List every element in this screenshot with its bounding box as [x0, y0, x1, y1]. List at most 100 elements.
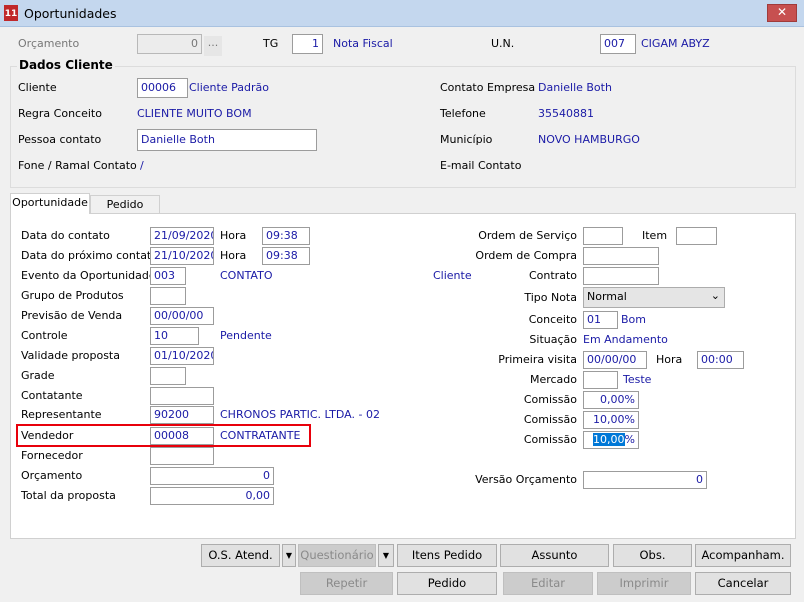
validade-input[interactable]: 01/10/2020 — [150, 347, 214, 365]
fornecedor-label: Fornecedor — [21, 449, 83, 462]
assunto-button[interactable]: Assunto — [500, 544, 609, 567]
contrato-label: Contrato — [528, 269, 577, 282]
conceito-input[interactable]: 01 — [583, 311, 618, 329]
acompanham-button[interactable]: Acompanham. — [695, 544, 791, 567]
pessoa-contato-label: Pessoa contato — [18, 133, 102, 146]
evento-label: Evento da Oportunidade — [21, 269, 156, 282]
os-atend-button[interactable]: O.S. Atend. — [201, 544, 280, 567]
vendedor-description: CONTRATANTE — [220, 429, 301, 442]
ordem-servico-input[interactable] — [583, 227, 623, 245]
cliente-input[interactable]: 00006 — [137, 78, 188, 98]
mercado-description: Teste — [623, 373, 652, 386]
controle-description: Pendente — [220, 329, 272, 342]
vendedor-input[interactable]: 00008 — [150, 427, 214, 445]
evento-input[interactable]: 003 — [150, 267, 186, 285]
cliente-description: Cliente Padrão — [189, 81, 269, 94]
conceito-label: Conceito — [528, 313, 577, 326]
repetir-button: Repetir — [300, 572, 393, 595]
comissao-3-input[interactable]: 10,00% — [583, 431, 639, 449]
total-label: Total da proposta — [21, 489, 116, 502]
hora-visita-input[interactable]: 00:00 — [697, 351, 744, 369]
contatante-input[interactable] — [150, 387, 214, 405]
orcamento-left-input[interactable]: 0 — [150, 467, 274, 485]
comissao-1-input[interactable]: 0,00% — [583, 391, 639, 409]
comissao-2-label: Comissão — [523, 413, 577, 426]
data-prox-input[interactable]: 21/10/2020 — [150, 247, 214, 265]
tipo-nota-label: Tipo Nota — [524, 291, 577, 304]
comissao-1-label: Comissão — [523, 393, 577, 406]
telefone-value: 35540881 — [538, 107, 594, 120]
hora-visita-label: Hora — [656, 353, 683, 366]
grupo-label: Grupo de Produtos — [21, 289, 124, 302]
versao-orcamento-label: Versão Orçamento — [475, 473, 577, 486]
telefone-label: Telefone — [440, 107, 486, 120]
un-input[interactable]: 007 — [600, 34, 636, 54]
conceito-description: Bom — [621, 313, 646, 326]
primeira-visita-input[interactable]: 00/00/00 — [583, 351, 647, 369]
un-label: U.N. — [491, 37, 515, 50]
primeira-visita-label: Primeira visita — [498, 353, 577, 366]
questionario-dropdown-icon[interactable]: ▼ — [378, 544, 394, 567]
data-contato-label: Data do contato — [21, 229, 110, 242]
contrato-input[interactable] — [583, 267, 659, 285]
os-atend-dropdown-icon[interactable]: ▼ — [282, 544, 296, 567]
obs-button[interactable]: Obs. — [613, 544, 692, 567]
total-input[interactable]: 0,00 — [150, 487, 274, 505]
previsao-input[interactable]: 00/00/00 — [150, 307, 214, 325]
vendedor-label: Vendedor — [21, 429, 74, 442]
representante-input[interactable]: 90200 — [150, 406, 214, 424]
grade-label: Grade — [21, 369, 55, 382]
tab-pedido[interactable]: Pedido — [90, 195, 160, 215]
orcamento-left-label: Orçamento — [21, 469, 83, 482]
item-input[interactable] — [676, 227, 717, 245]
itens-pedido-button[interactable]: Itens Pedido — [397, 544, 497, 567]
close-button[interactable]: ✕ — [767, 4, 797, 22]
regra-conceito-label: Regra Conceito — [18, 107, 102, 120]
tg-label: TG — [263, 37, 279, 50]
evento-description: CONTATO — [220, 269, 273, 282]
data-prox-label: Data do próximo contato — [21, 249, 158, 262]
orcamento-lookup-button[interactable]: ... — [204, 36, 222, 56]
tg-description: Nota Fiscal — [333, 37, 393, 50]
orcamento-input: 0 — [137, 34, 202, 54]
fone-label: Fone / Ramal Contato — [18, 159, 137, 172]
editar-button: Editar — [503, 572, 593, 595]
fornecedor-input[interactable] — [150, 447, 214, 465]
app-logo-icon: 11 — [4, 5, 18, 21]
email-label: E-mail Contato — [440, 159, 522, 172]
un-description: CIGAM ABYZ — [641, 37, 710, 50]
pessoa-contato-input[interactable]: Danielle Both — [137, 129, 317, 151]
questionario-button: Questionário — [298, 544, 376, 567]
ordem-servico-label: Ordem de Serviço — [478, 229, 577, 242]
mercado-input[interactable] — [583, 371, 618, 389]
contatante-label: Contatante — [21, 389, 83, 402]
contato-empresa-label: Contato Empresa — [440, 81, 536, 94]
municipio-label: Município — [440, 133, 493, 146]
tipo-nota-select[interactable]: Normal ⌄ — [583, 287, 725, 308]
cancelar-button[interactable]: Cancelar — [695, 572, 791, 595]
tipo-nota-value: Normal — [587, 290, 627, 303]
versao-orcamento-input[interactable]: 0 — [583, 471, 707, 489]
regra-conceito-value: CLIENTE MUITO BOM — [137, 107, 252, 120]
controle-input[interactable]: 10 — [150, 327, 199, 345]
ordem-compra-label: Ordem de Compra — [475, 249, 577, 262]
comissao-2-input[interactable]: 10,00% — [583, 411, 639, 429]
previsao-label: Previsão de Venda — [21, 309, 123, 322]
data-contato-input[interactable]: 21/09/2020 — [150, 227, 214, 245]
comissao-3-label: Comissão — [523, 433, 577, 446]
municipio-value: NOVO HAMBURGO — [538, 133, 640, 146]
tab-oportunidade[interactable]: Oportunidade — [10, 193, 90, 214]
grade-input[interactable] — [150, 367, 186, 385]
ordem-compra-input[interactable] — [583, 247, 659, 265]
hora-contato-input[interactable]: 09:38 — [262, 227, 310, 245]
tg-input[interactable]: 1 — [292, 34, 323, 54]
dados-cliente-title: Dados Cliente — [17, 58, 115, 72]
representante-label: Representante — [21, 408, 102, 421]
item-label: Item — [642, 229, 668, 242]
situacao-value: Em Andamento — [583, 333, 668, 346]
pedido-button[interactable]: Pedido — [397, 572, 497, 595]
comissao-3-selected-text: 10,00 — [593, 433, 625, 446]
cliente-label: Cliente — [18, 81, 57, 94]
hora-prox-input[interactable]: 09:38 — [262, 247, 310, 265]
grupo-input[interactable] — [150, 287, 186, 305]
